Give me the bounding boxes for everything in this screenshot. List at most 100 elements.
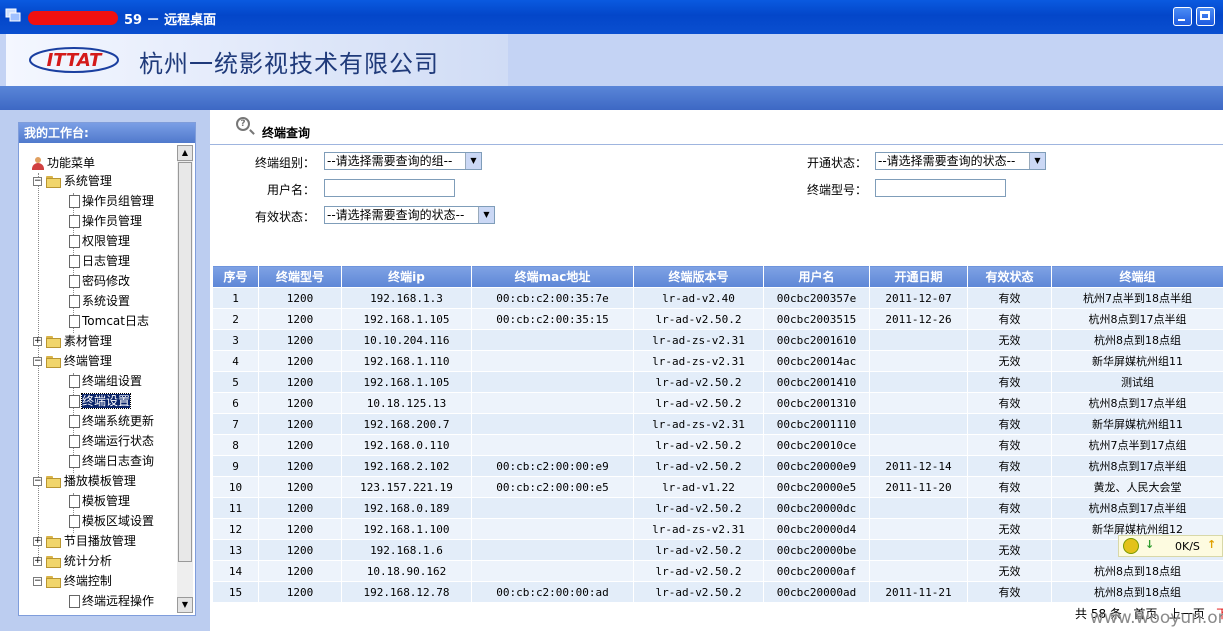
tree-item[interactable]: 系统设置 bbox=[69, 291, 130, 311]
table-cell: 7 bbox=[212, 413, 259, 435]
table-cell: 5 bbox=[212, 371, 259, 393]
sidebar-wrapper: 我的工作台: 功能菜单 − 系统管理 操作员组管理 操作员管理 权限管理 日志管… bbox=[0, 110, 210, 631]
table-cell: 00cbc20014ac bbox=[763, 350, 870, 372]
table-cell: 00cbc20000d4 bbox=[763, 518, 870, 540]
tree-item[interactable]: 终端远程操作 bbox=[69, 591, 154, 611]
valid-select[interactable]: --请选择需要查询的状态-- ▼ bbox=[324, 206, 495, 224]
expand-icon[interactable]: + bbox=[33, 557, 42, 566]
table-cell: 有效 bbox=[967, 413, 1052, 435]
group-select[interactable]: --请选择需要查询的组-- ▼ bbox=[324, 152, 482, 170]
table-cell: 11 bbox=[212, 497, 259, 519]
table-cell: 有效 bbox=[967, 476, 1052, 498]
username-input[interactable] bbox=[324, 179, 455, 197]
table-cell: lr-ad-v2.50.2 bbox=[633, 560, 764, 582]
minimize-button[interactable] bbox=[1173, 7, 1192, 26]
tree-item-selected[interactable]: 终端设置 bbox=[69, 391, 132, 411]
chevron-down-icon[interactable]: ▼ bbox=[478, 207, 494, 223]
scroll-down-icon[interactable]: ▼ bbox=[177, 597, 193, 613]
tree-item[interactable]: 模板区域设置 bbox=[69, 511, 154, 531]
table-row[interactable]: 13 1200 192.168.1.6 lr-ad-v2.50.2 00cbc20000… bbox=[212, 539, 1223, 561]
table-row[interactable]: 12 1200 192.168.1.100 lr-ad-zs-v2.31 00cbc20… bbox=[212, 518, 1223, 540]
table-row[interactable]: 9 1200 192.168.2.102 00:cb:c2:00:00:e9 lr-ad… bbox=[212, 455, 1223, 477]
window-title: 59 － 远程桌面 bbox=[124, 13, 217, 28]
folder-icon bbox=[45, 535, 62, 548]
table-row[interactable]: 2 1200 192.168.1.105 00:cb:c2:00:35:15 lr-ad… bbox=[212, 308, 1223, 330]
tree-group-program[interactable]: + 节目播放管理 bbox=[33, 531, 136, 551]
status-select[interactable]: --请选择需要查询的状态-- ▼ bbox=[875, 152, 1046, 170]
tree-item[interactable]: 终端日志查询 bbox=[69, 451, 154, 471]
table-cell: lr-ad-zs-v2.31 bbox=[633, 413, 764, 435]
collapse-icon[interactable]: − bbox=[33, 477, 42, 486]
page-icon bbox=[69, 215, 80, 228]
table-cell: 2 bbox=[212, 308, 259, 330]
table-row[interactable]: 1 1200 192.168.1.3 00:cb:c2:00:35:7e lr-ad-v… bbox=[212, 287, 1223, 309]
tree-group-terminal[interactable]: − 终端管理 bbox=[33, 351, 112, 371]
table-cell: 2011-12-07 bbox=[869, 287, 968, 309]
scroll-thumb[interactable] bbox=[178, 162, 192, 562]
tree-group-material[interactable]: + 素材管理 bbox=[33, 331, 112, 351]
table-cell: 192.168.1.3 bbox=[341, 287, 472, 309]
tree-item[interactable]: 终端组设置 bbox=[69, 371, 142, 391]
table-cell: 10.10.204.116 bbox=[341, 329, 472, 351]
table-cell: 10.18.125.13 bbox=[341, 392, 472, 414]
maximize-button[interactable] bbox=[1196, 7, 1215, 26]
user-icon bbox=[31, 156, 45, 171]
tree-item[interactable]: 操作员管理 bbox=[69, 211, 142, 231]
expand-icon[interactable]: + bbox=[33, 537, 42, 546]
table-cell: 1200 bbox=[258, 392, 342, 414]
table-row[interactable]: 5 1200 192.168.1.105 lr-ad-v2.50.2 00cbc2001… bbox=[212, 371, 1223, 393]
table-row[interactable]: 10 1200 123.157.221.19 00:cb:c2:00:00:e5 lr-… bbox=[212, 476, 1223, 498]
collapse-icon[interactable]: − bbox=[33, 577, 42, 586]
table-cell bbox=[869, 350, 968, 372]
table-cell bbox=[471, 539, 634, 561]
table-cell: lr-ad-zs-v2.31 bbox=[633, 350, 764, 372]
page-icon bbox=[69, 275, 80, 288]
tree-root[interactable]: 功能菜单 bbox=[31, 153, 95, 173]
tree-group-system[interactable]: − 系统管理 bbox=[33, 171, 112, 191]
table-cell: 00cbc20000af bbox=[763, 560, 870, 582]
tree-group-template[interactable]: − 播放模板管理 bbox=[33, 471, 136, 491]
sidebar-scrollbar[interactable]: ▲ ▼ bbox=[177, 145, 193, 613]
company-logo: ITTAT bbox=[29, 47, 119, 73]
nav-band bbox=[0, 86, 1223, 110]
table-row[interactable]: 6 1200 10.18.125.13 lr-ad-v2.50.2 00cbc20013… bbox=[212, 392, 1223, 414]
tree-item[interactable]: 权限管理 bbox=[69, 231, 130, 251]
table-cell: 杭州8点到18点组 bbox=[1051, 581, 1223, 603]
tree-group-control[interactable]: − 终端控制 bbox=[33, 571, 112, 591]
tree-item[interactable]: 终端运行状态 bbox=[69, 431, 154, 451]
group-label: 终端组别： bbox=[254, 156, 315, 170]
tree-item[interactable]: 终端系统更新 bbox=[69, 411, 154, 431]
table-cell bbox=[869, 392, 968, 414]
table-cell bbox=[869, 539, 968, 561]
model-input[interactable] bbox=[875, 179, 1006, 197]
table-cell: 无效 bbox=[967, 539, 1052, 561]
chevron-down-icon[interactable]: ▼ bbox=[465, 153, 481, 169]
tree-item[interactable]: 密码修改 bbox=[69, 271, 130, 291]
collapse-icon[interactable]: − bbox=[33, 357, 42, 366]
table-cell: 有效 bbox=[967, 581, 1052, 603]
network-speed-widget[interactable]: ↓ 0K/S ↑ bbox=[1118, 535, 1223, 557]
expand-icon[interactable]: + bbox=[33, 337, 42, 346]
scroll-up-icon[interactable]: ▲ bbox=[177, 145, 193, 161]
table-row[interactable]: 3 1200 10.10.204.116 lr-ad-zs-v2.31 00cbc200… bbox=[212, 329, 1223, 351]
tree-group-statistics[interactable]: + 统计分析 bbox=[33, 551, 112, 571]
table-cell: 12 bbox=[212, 518, 259, 540]
chevron-down-icon[interactable]: ▼ bbox=[1029, 153, 1045, 169]
tree-item[interactable]: 操作员组管理 bbox=[69, 191, 154, 211]
table-cell: 8 bbox=[212, 434, 259, 456]
table-cell: 1200 bbox=[258, 581, 342, 603]
page-icon bbox=[69, 395, 80, 408]
tree-item[interactable]: 日志管理 bbox=[69, 251, 130, 271]
tree-item[interactable]: Tomcat日志 bbox=[69, 311, 149, 331]
table-row[interactable]: 8 1200 192.168.0.110 lr-ad-v2.50.2 00cbc2001… bbox=[212, 434, 1223, 456]
table-row[interactable]: 11 1200 192.168.0.189 lr-ad-v2.50.2 00cbc200… bbox=[212, 497, 1223, 519]
page-icon bbox=[69, 295, 80, 308]
tree-item[interactable]: 模板管理 bbox=[69, 491, 130, 511]
collapse-icon[interactable]: − bbox=[33, 177, 42, 186]
main-content: ? 终端查询 终端组别： --请选择需要查询的组-- ▼ 开通状态： --请选择需… bbox=[210, 110, 1223, 631]
table-cell: 杭州7点半到17点组 bbox=[1051, 434, 1223, 456]
table-row[interactable]: 15 1200 192.168.12.78 00:cb:c2:00:00:ad lr-a… bbox=[212, 581, 1223, 603]
table-row[interactable]: 4 1200 192.168.1.110 lr-ad-zs-v2.31 00cbc200… bbox=[212, 350, 1223, 372]
table-row[interactable]: 7 1200 192.168.200.7 lr-ad-zs-v2.31 00cbc200… bbox=[212, 413, 1223, 435]
table-row[interactable]: 14 1200 10.18.90.162 lr-ad-v2.50.2 00cbc2000… bbox=[212, 560, 1223, 582]
